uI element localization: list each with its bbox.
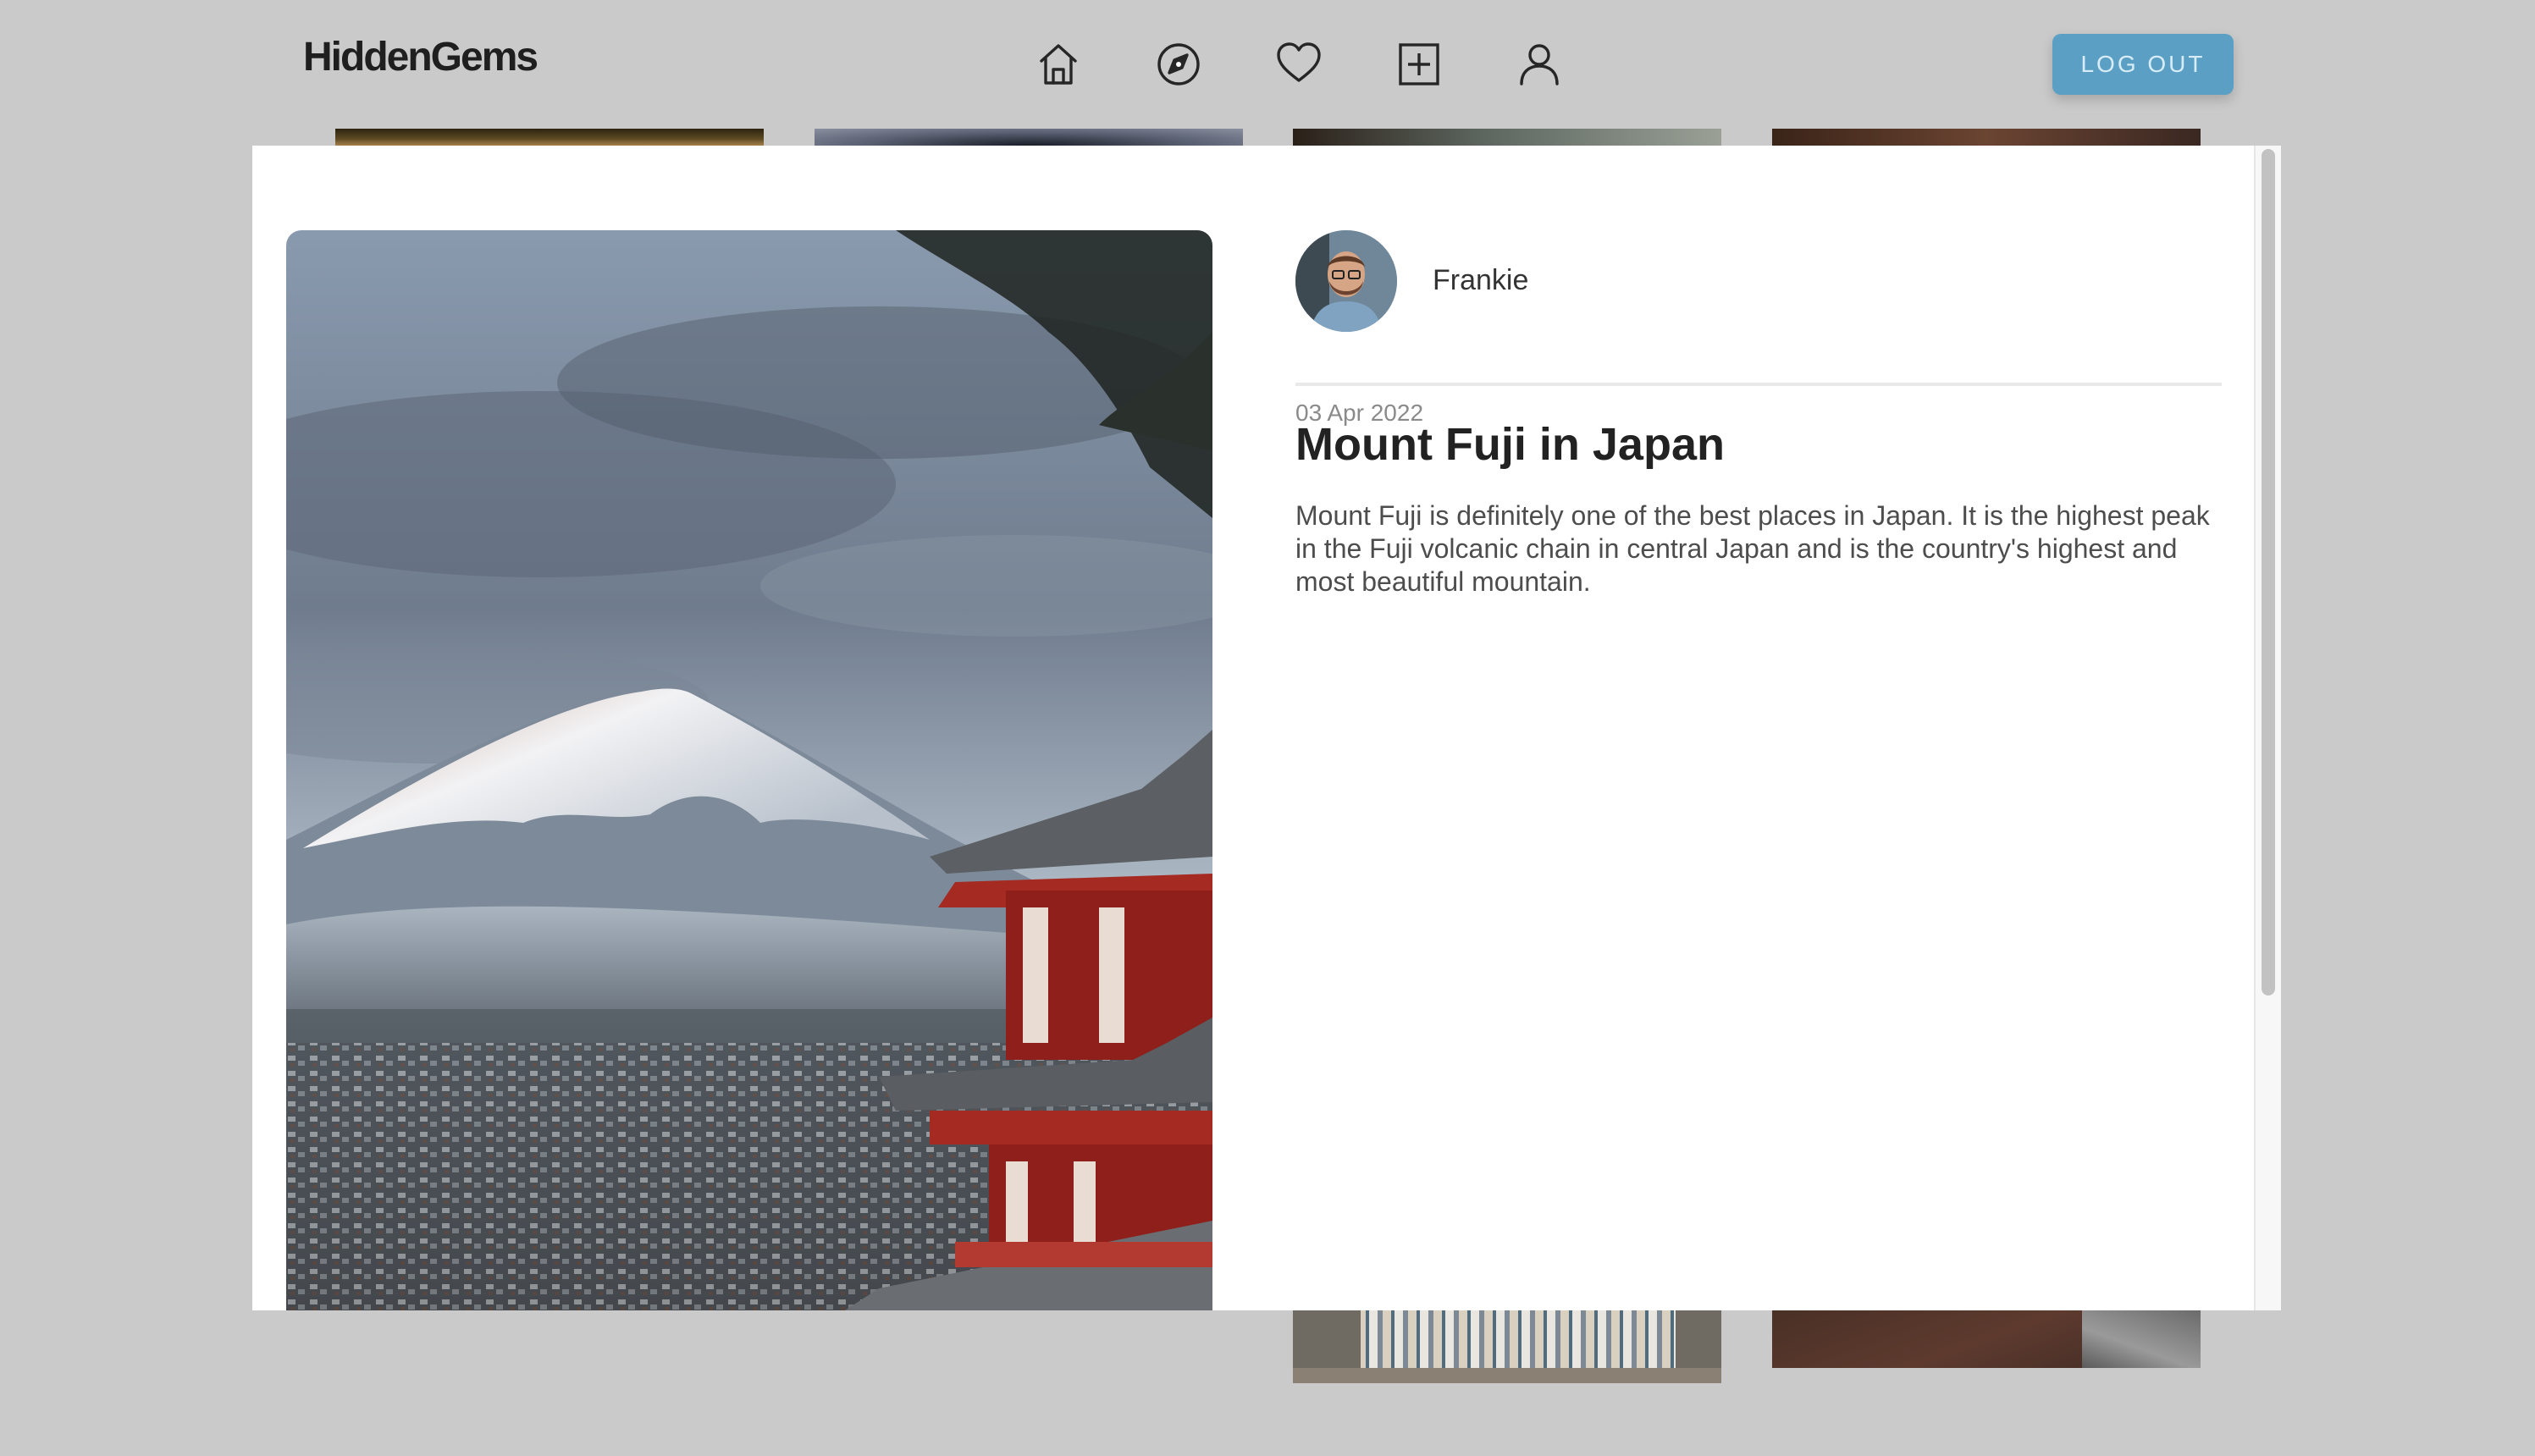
app-logo[interactable]: HiddenGems — [303, 34, 538, 80]
heart-icon[interactable] — [1273, 38, 1324, 89]
feed-thumbnail — [335, 129, 764, 146]
feed-thumbnail — [1293, 1310, 1721, 1383]
post-detail-modal: Frankie 03 Apr 2022 Mount Fuji in Japan … — [252, 146, 2281, 1310]
feed-thumbnail — [1772, 1310, 2201, 1368]
plus-square-icon[interactable] — [1394, 38, 1444, 89]
feed-thumbnail — [1293, 129, 1721, 146]
modal-scrollbar[interactable] — [2254, 146, 2281, 1310]
post-title: Mount Fuji in Japan — [1295, 419, 1725, 470]
compass-icon[interactable] — [1153, 38, 1204, 89]
scrollbar-thumb[interactable] — [2262, 149, 2275, 995]
feed-thumbnail — [815, 129, 1243, 146]
feed-thumbnail — [1772, 129, 2201, 146]
home-icon[interactable] — [1033, 38, 1084, 89]
post-description: Mount Fuji is definitely one of the best… — [1295, 500, 2210, 597]
user-icon[interactable] — [1514, 38, 1565, 89]
top-navbar: HiddenGems LOG OUT — [0, 0, 2535, 129]
author-avatar[interactable] — [1295, 230, 1397, 332]
divider — [1295, 383, 2222, 386]
author-name[interactable]: Frankie — [1433, 264, 1528, 297]
logout-button[interactable]: LOG OUT — [2052, 34, 2234, 95]
post-photo — [286, 230, 1212, 1310]
